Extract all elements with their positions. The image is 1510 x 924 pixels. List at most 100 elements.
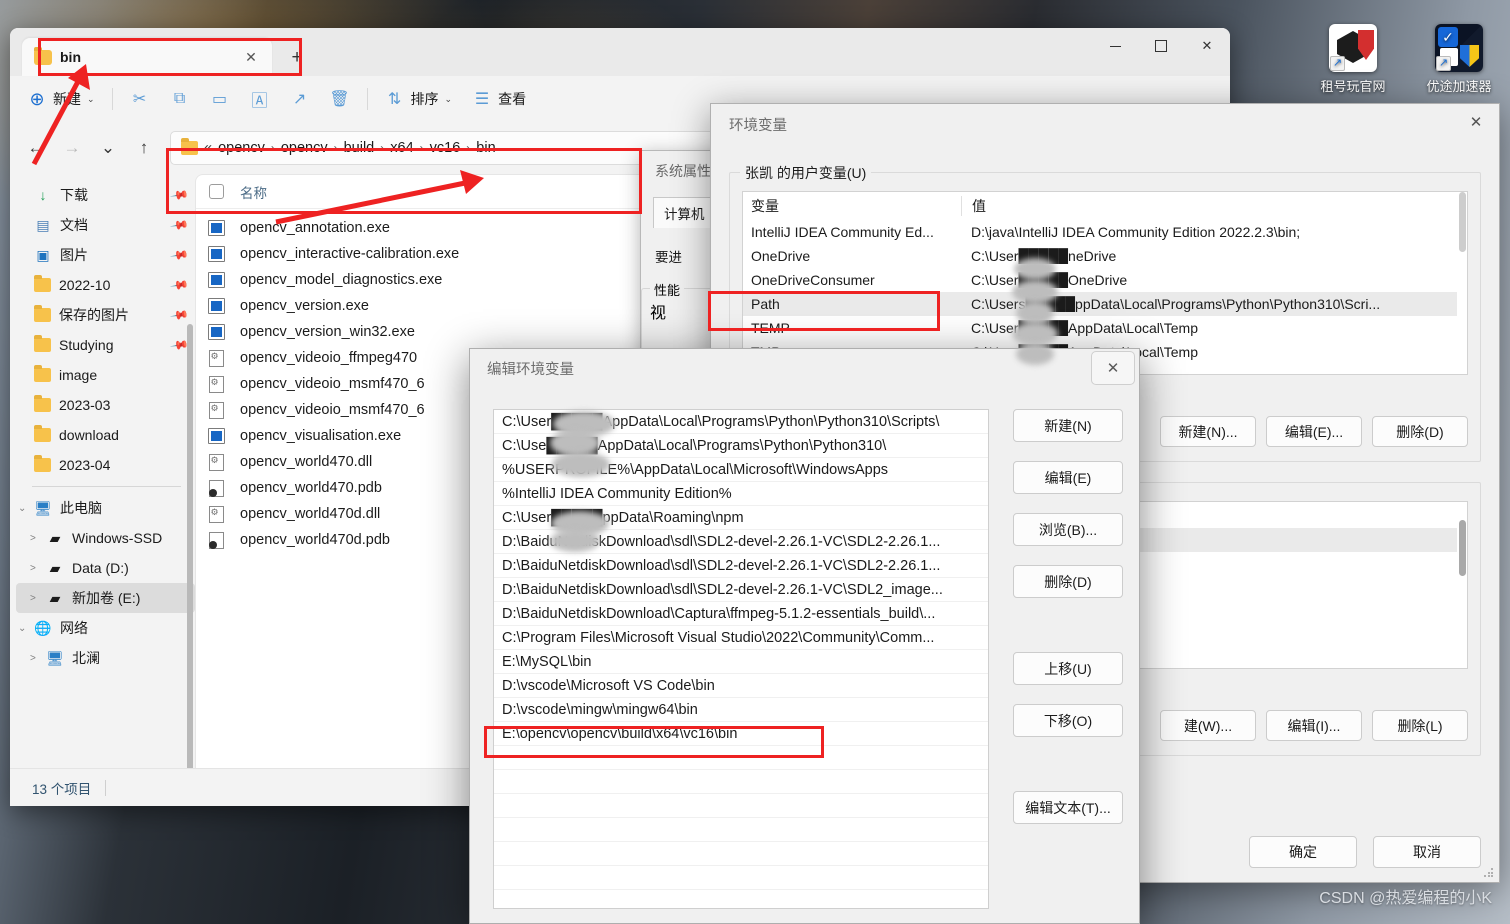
- chevron-right-icon[interactable]: >: [30, 593, 36, 604]
- tab-computer[interactable]: 计算机: [653, 197, 716, 228]
- table-row[interactable]: IntelliJ IDEA Community Ed... D:\java\Int…: [743, 220, 1467, 244]
- list-item[interactable]: [494, 866, 988, 890]
- list-item[interactable]: [494, 890, 988, 908]
- breadcrumb-item[interactable]: opencv: [218, 140, 265, 156]
- edit-text-button[interactable]: 编辑文本(T)...: [1013, 791, 1123, 824]
- chevron-right-icon[interactable]: >: [30, 563, 36, 574]
- back-button[interactable]: ←: [20, 132, 52, 164]
- nav-pane-scrollbar[interactable]: [187, 324, 193, 768]
- sidebar-item-data-d[interactable]: > ▰ Data (D:): [16, 553, 195, 583]
- breadcrumb-item[interactable]: vc16: [430, 140, 461, 156]
- minimize-button[interactable]: [1092, 28, 1138, 64]
- ok-button[interactable]: 确定: [1249, 836, 1357, 868]
- table-row[interactable]: OneDriveConsumer C:\User█████OneDrive: [743, 268, 1467, 292]
- list-item[interactable]: [494, 842, 988, 866]
- resize-grip[interactable]: [1484, 868, 1494, 878]
- sidebar-item-windows-ssd[interactable]: > ▰ Windows-SSD: [16, 523, 195, 553]
- new-tab-button[interactable]: +: [280, 42, 314, 76]
- recent-locations-button[interactable]: ⌄: [92, 132, 124, 164]
- up-button[interactable]: ↑: [128, 132, 160, 164]
- divider: [32, 486, 181, 487]
- paste-button[interactable]: ▭: [201, 83, 239, 115]
- breadcrumb-item[interactable]: x64: [390, 140, 413, 156]
- table-row-path[interactable]: Path C:\Users█████ppData\Local\Programs\P…: [743, 292, 1467, 316]
- sidebar-item-download[interactable]: download: [16, 420, 195, 450]
- breadcrumb-item[interactable]: bin: [476, 140, 495, 156]
- sidebar-item-2022-10[interactable]: 2022-10 📌: [16, 270, 195, 300]
- new-path-button[interactable]: 新建(N): [1013, 409, 1123, 442]
- edit-path-button[interactable]: 编辑(E): [1013, 461, 1123, 494]
- desktop-icon-zuhaowan[interactable]: ↗ 租号玩官网: [1310, 24, 1396, 95]
- share-button[interactable]: ↗: [281, 83, 319, 115]
- chevron-right-icon[interactable]: >: [30, 653, 36, 664]
- move-down-button[interactable]: 下移(O): [1013, 704, 1123, 737]
- edit-user-variable-button[interactable]: 编辑(E)...: [1266, 416, 1362, 447]
- browse-path-button[interactable]: 浏览(B)...: [1013, 513, 1123, 546]
- close-icon[interactable]: ✕: [1091, 351, 1135, 385]
- desktop-icon-youtu[interactable]: ↗ 优途加速器: [1416, 24, 1502, 95]
- sidebar-item-studying[interactable]: Studying 📌: [16, 330, 195, 360]
- sidebar-item-2023-04[interactable]: 2023-04: [16, 450, 195, 480]
- path-entries-list[interactable]: C:\User█████AppData\Local\Programs\Pytho…: [493, 409, 989, 909]
- close-icon[interactable]: ✕: [1453, 104, 1499, 140]
- select-all-checkbox[interactable]: [196, 184, 236, 199]
- sidebar-item-downloads[interactable]: ↓ 下载 📌: [16, 180, 195, 210]
- list-item[interactable]: D:\vscode\Microsoft VS Code\bin: [494, 674, 988, 698]
- breadcrumb-item[interactable]: build: [344, 140, 375, 156]
- sidebar-item-documents[interactable]: ▤ 文档 📌: [16, 210, 195, 240]
- breadcrumb-overflow[interactable]: «: [204, 140, 212, 156]
- column-header-variable[interactable]: 变量: [743, 196, 961, 216]
- sidebar-item-new-volume-e[interactable]: > ▰ 新加卷 (E:): [16, 583, 195, 613]
- list-item[interactable]: D:\BaiduNetdiskDownload\sdl\SDL2-devel-2…: [494, 578, 988, 602]
- new-user-variable-button[interactable]: 新建(N)...: [1160, 416, 1256, 447]
- chevron-down-icon[interactable]: ⌄: [18, 503, 26, 514]
- table-scrollbar[interactable]: [1457, 502, 1467, 668]
- variable-name: IntelliJ IDEA Community Ed...: [751, 224, 934, 240]
- chevron-right-icon[interactable]: >: [30, 533, 36, 544]
- exe-icon: [207, 220, 225, 236]
- edit-system-variable-button[interactable]: 编辑(I)...: [1266, 710, 1362, 741]
- cancel-button[interactable]: 取消: [1373, 836, 1481, 868]
- list-item-opencv-path[interactable]: E:\opencv\opencv\build\x64\vc16\bin: [494, 722, 988, 746]
- list-item[interactable]: D:\BaiduNetdiskDownload\Captura\ffmpeg-5…: [494, 602, 988, 626]
- column-header-value[interactable]: 值: [961, 196, 1467, 216]
- sidebar-item-this-pc[interactable]: ⌄ 🖥 此电脑: [16, 493, 195, 523]
- breadcrumb-item[interactable]: opencv: [281, 140, 328, 156]
- sidebar-item-saved-pictures[interactable]: 保存的图片 📌: [16, 300, 195, 330]
- sidebar-item-beilan[interactable]: > 🖥 北澜: [16, 643, 195, 673]
- list-item[interactable]: [494, 770, 988, 794]
- list-item[interactable]: E:\MySQL\bin: [494, 650, 988, 674]
- new-button[interactable]: ⊕ 新建 ⌄: [18, 83, 104, 115]
- list-item[interactable]: [494, 818, 988, 842]
- close-icon[interactable]: ✕: [240, 46, 262, 68]
- list-item[interactable]: [494, 794, 988, 818]
- table-row[interactable]: TEMP C:\User█████AppData\Local\Temp: [743, 316, 1467, 340]
- sidebar-item-network[interactable]: ⌄ 🌐 网络: [16, 613, 195, 643]
- copy-button[interactable]: ⧉: [161, 83, 199, 115]
- table-row[interactable]: OneDrive C:\User█████neDrive: [743, 244, 1467, 268]
- sidebar-item-pictures[interactable]: ▣ 图片 📌: [16, 240, 195, 270]
- forward-button[interactable]: →: [56, 132, 88, 164]
- list-item[interactable]: %IntelliJ IDEA Community Edition%: [494, 482, 988, 506]
- close-button[interactable]: ✕: [1184, 28, 1230, 64]
- new-system-variable-button[interactable]: 建(W)...: [1160, 710, 1256, 741]
- view-button[interactable]: ☰ 查看: [463, 83, 535, 115]
- list-item[interactable]: D:\BaiduNetdiskDownload\sdl\SDL2-devel-2…: [494, 554, 988, 578]
- maximize-button[interactable]: [1138, 28, 1184, 64]
- delete-system-variable-button[interactable]: 删除(L): [1372, 710, 1468, 741]
- sidebar-item-2023-03[interactable]: 2023-03: [16, 390, 195, 420]
- sort-button[interactable]: ⇅ 排序 ⌄: [376, 83, 462, 115]
- table-scrollbar[interactable]: [1457, 192, 1467, 374]
- chevron-down-icon[interactable]: ⌄: [18, 623, 26, 634]
- move-up-button[interactable]: 上移(U): [1013, 652, 1123, 685]
- rename-button[interactable]: 🄰: [241, 83, 279, 115]
- tab-bin[interactable]: bin ✕: [22, 38, 272, 76]
- list-item[interactable]: C:\Program Files\Microsoft Visual Studio…: [494, 626, 988, 650]
- delete-path-button[interactable]: 删除(D): [1013, 565, 1123, 598]
- list-item[interactable]: [494, 746, 988, 770]
- delete-button[interactable]: 🗑: [321, 83, 359, 115]
- cut-button[interactable]: ✂: [121, 83, 159, 115]
- delete-user-variable-button[interactable]: 删除(D): [1372, 416, 1468, 447]
- list-item[interactable]: D:\vscode\mingw\mingw64\bin: [494, 698, 988, 722]
- sidebar-item-image[interactable]: image: [16, 360, 195, 390]
